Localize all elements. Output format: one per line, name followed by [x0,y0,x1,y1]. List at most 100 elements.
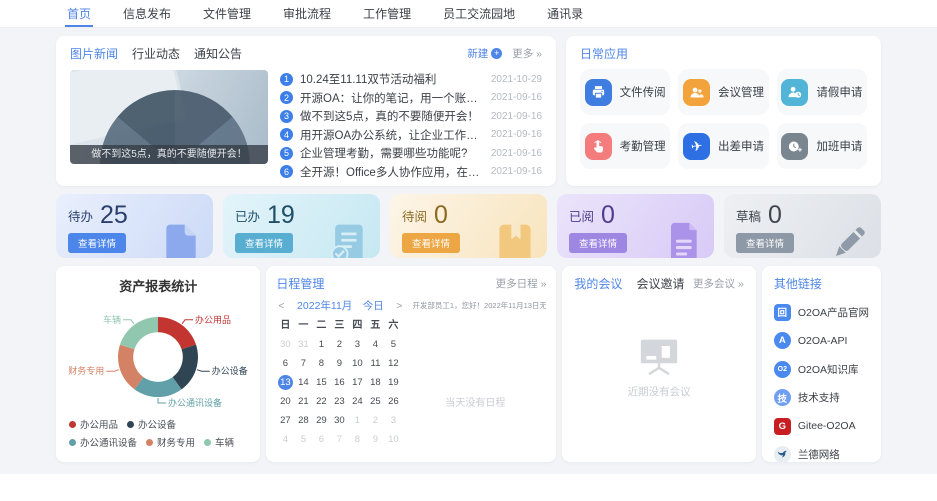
legend-item-2[interactable]: 办公通讯设备 [69,435,137,449]
schedule-more-link[interactable]: 更多日程 » [496,276,547,291]
donut-slice-4[interactable] [120,317,159,350]
calendar-day[interactable]: 11 [366,354,384,373]
news-list-item[interactable]: 3 做不到这5点，真的不要随便开会！ 2021-09-16 [280,107,542,126]
calendar-day[interactable]: 27 [276,411,294,430]
calendar-day[interactable]: 15 [312,373,330,392]
news-list-item[interactable]: 6 全开源！Office多人协作应用，在线编辑Word、Excel和PPT文档 … [280,163,542,182]
create-news-link[interactable]: 新建 + [467,46,503,61]
leave-icon [781,78,809,106]
calendar-day[interactable]: 24 [348,392,366,411]
calendar-day[interactable]: 8 [312,354,330,373]
view-details-button[interactable]: 查看详情 [402,233,461,253]
app-printer[interactable]: 文件传阅 [580,69,671,115]
nav-item-1[interactable]: 信息发布 [121,0,173,27]
legend-item-4[interactable]: 车辆 [204,435,234,449]
plane-icon: ✈ [682,132,710,160]
link-support[interactable]: 技 技术支持 [773,389,869,406]
app-overtime[interactable]: 加班申请 [776,123,867,169]
calendar-day[interactable]: 12 [384,354,402,373]
calendar-day[interactable]: 2 [366,411,384,430]
calendar-day[interactable]: 1 [348,411,366,430]
news-list-item[interactable]: 5 企业管理考勤，需要哪些功能呢? 2021-09-16 [280,144,542,163]
calendar-day[interactable]: 30 [276,335,294,354]
calendar-month-label[interactable]: 2022年11月 [297,298,352,313]
calendar-day[interactable]: 9 [330,354,348,373]
meeting-tab-0[interactable]: 我的会议 [574,275,622,292]
calendar-day[interactable]: 10 [348,354,366,373]
doc-lines-icon [660,221,704,258]
news-photo[interactable]: 做不到这5点，真的不要随便开会！ [70,70,268,164]
calendar-day[interactable]: 30 [330,411,348,430]
meetings-more-link[interactable]: 更多会议 » [693,276,744,291]
calendar-day[interactable]: 17 [348,373,366,392]
link-kb[interactable]: O2 O2OA知识库 [773,360,869,378]
donut-slice-0[interactable] [158,317,197,350]
news-list-item[interactable]: 4 用开源OA办公系统，让企业工作状态更加“全景化” 2021-09-16 [280,126,542,145]
calendar-day[interactable]: 6 [276,354,294,373]
calendar-day[interactable]: 10 [384,430,402,449]
news-tab-2[interactable]: 通知公告 [194,45,242,62]
nav-item-2[interactable]: 文件管理 [201,0,253,27]
schedule-pane: 开发部员工1，您好！2022年11月13日无日程。 当天没有日程 [404,296,546,449]
app-attendance[interactable]: 考勤管理 [580,123,671,169]
calendar-day[interactable]: 20 [276,392,294,411]
app-plane[interactable]: ✈ 出差申请 [678,123,769,169]
calendar: < 2022年11月 今日 > 日一二三四五六 30 31 1 2 3 4 5 6 7 8 9 10 11… [276,296,404,449]
calendar-day[interactable]: 21 [294,392,312,411]
calendar-day[interactable]: 26 [384,392,402,411]
calendar-day[interactable]: 23 [330,392,348,411]
view-details-button[interactable]: 查看详情 [68,233,127,253]
calendar-day[interactable]: 5 [384,335,402,354]
calendar-day[interactable]: 28 [294,411,312,430]
nav-item-6[interactable]: 通讯录 [545,0,585,27]
calendar-day[interactable]: 8 [348,430,366,449]
calendar-day[interactable]: 31 [294,335,312,354]
link-api[interactable]: A O2OA-API [773,332,869,349]
calendar-day[interactable]: 16 [330,373,348,392]
nav-item-3[interactable]: 审批流程 [281,0,333,27]
legend-item-3[interactable]: 财务专用 [146,435,195,449]
view-details-button[interactable]: 查看详情 [569,233,628,253]
calendar-today-button[interactable]: 今日 [363,298,384,313]
news-more-link[interactable]: 更多 » [512,46,542,61]
calendar-day[interactable]: 29 [312,411,330,430]
nav-item-5[interactable]: 员工交流园地 [441,0,517,27]
legend-item-0[interactable]: 办公用品 [69,417,118,431]
calendar-day-selected[interactable]: 13 [276,373,294,392]
calendar-day[interactable]: 3 [384,411,402,430]
nav-item-0[interactable]: 首页 [65,0,94,27]
calendar-day[interactable]: 14 [294,373,312,392]
calendar-day[interactable]: 18 [366,373,384,392]
link-website[interactable]: 回 O2OA产品官网 [773,303,869,321]
app-leave[interactable]: 请假申请 [776,69,867,115]
view-details-button[interactable]: 查看详情 [235,233,294,253]
calendar-day[interactable]: 1 [312,335,330,354]
calendar-day[interactable]: 3 [348,335,366,354]
news-list-item[interactable]: 2 开源OA：让你的笔记，用一个账号多平台通用 2021-09-16 [280,89,542,108]
calendar-day[interactable]: 4 [276,430,294,449]
view-details-button[interactable]: 查看详情 [736,233,795,253]
calendar-day[interactable]: 7 [294,354,312,373]
link-gitee[interactable]: G Gitee-O2OA [773,417,869,435]
calendar-day[interactable]: 2 [330,335,348,354]
news-list-item[interactable]: 1 10.24至11.11双节活动福利 2021-10-29 [280,70,542,89]
calendar-next-button[interactable]: > [394,300,404,312]
calendar-prev-button[interactable]: < [276,300,286,312]
calendar-day[interactable]: 4 [366,335,384,354]
news-tab-1[interactable]: 行业动态 [132,45,180,62]
calendar-day[interactable]: 5 [294,430,312,449]
meeting-tab-1[interactable]: 会议邀请 [636,275,684,292]
calendar-day[interactable]: 6 [312,430,330,449]
news-tab-0[interactable]: 图片新闻 [70,45,118,62]
legend-item-1[interactable]: 办公设备 [127,417,176,431]
nav-item-4[interactable]: 工作管理 [361,0,413,27]
link-bird[interactable]: 兰德网络 [773,446,869,463]
calendar-day[interactable]: 25 [366,392,384,411]
calendar-day[interactable]: 22 [312,392,330,411]
calendar-day[interactable]: 9 [366,430,384,449]
app-meeting[interactable]: 会议管理 [678,69,769,115]
donut-slice-2[interactable] [134,377,182,398]
calendar-day[interactable]: 7 [330,430,348,449]
calendar-day[interactable]: 19 [384,373,402,392]
svg-text:车辆: 车辆 [103,314,121,325]
